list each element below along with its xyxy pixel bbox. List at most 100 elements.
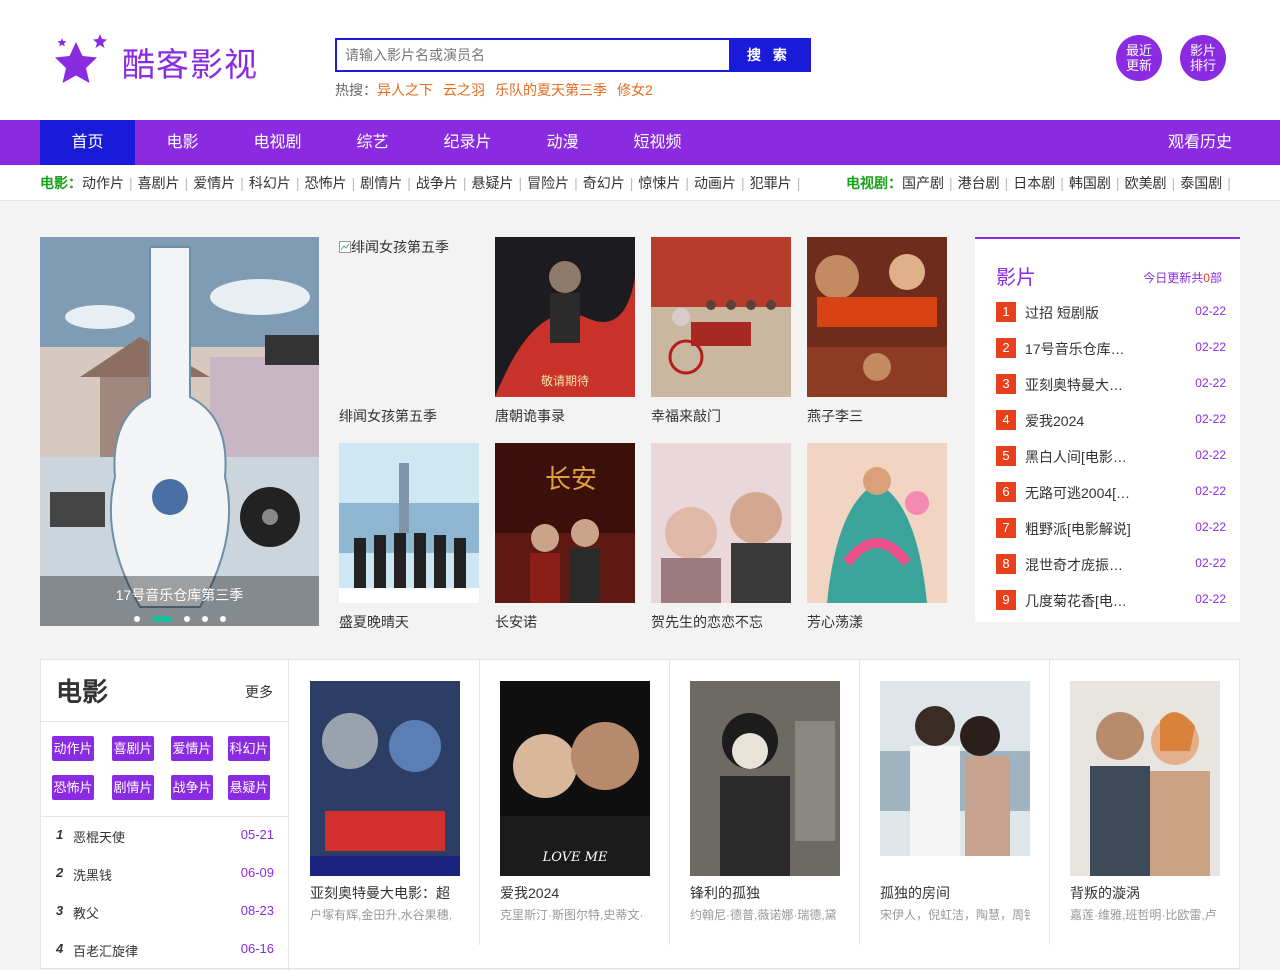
movie-ranking-button[interactable]: 影片 排行 xyxy=(1180,35,1226,81)
genre-tag[interactable]: 动作片 xyxy=(52,736,94,761)
category-link[interactable]: 爱情片 xyxy=(193,175,235,191)
movie-title[interactable]: 背叛的漩涡 xyxy=(1070,883,1220,903)
poster-title[interactable]: 绯闻女孩第五季 xyxy=(339,406,437,426)
category-link[interactable]: 剧情片 xyxy=(360,175,402,191)
poster-image[interactable]: 敬请期待 xyxy=(495,237,635,397)
rank-date: 02-22 xyxy=(1195,340,1226,354)
genre-tag[interactable]: 剧情片 xyxy=(112,775,154,800)
category-link[interactable]: 国产剧 xyxy=(902,175,944,191)
banner-slider[interactable]: 17号音乐仓库第三季 xyxy=(40,237,319,626)
category-link[interactable]: 动作片 xyxy=(82,175,124,191)
movie-card[interactable]: 孤独的房间 宋伊人，倪虹洁，陶慧，周铁 xyxy=(860,660,1050,945)
category-link[interactable]: 韩国剧 xyxy=(1069,175,1111,191)
movie-poster[interactable]: LOVE ME xyxy=(500,681,650,876)
category-link[interactable]: 冒险片 xyxy=(527,175,569,191)
rank-item[interactable]: 6 无路可逃2004[… 02-22 xyxy=(996,482,1226,502)
movie-cast: 嘉莲·维雅,班哲明·比欧雷,卢 xyxy=(1070,908,1217,922)
poster-image[interactable] xyxy=(651,443,791,603)
list-date: 06-16 xyxy=(240,941,274,956)
movie-cast: 户塚有辉,金田升,水谷果穗, xyxy=(310,908,453,922)
rank-item[interactable]: 2 17号音乐仓库… 02-22 xyxy=(996,338,1226,358)
nav-variety[interactable]: 综艺 xyxy=(325,120,420,165)
category-link[interactable]: 喜剧片 xyxy=(138,175,180,191)
rank-date: 02-22 xyxy=(1195,304,1226,318)
genre-tag[interactable]: 科幻片 xyxy=(228,736,270,761)
category-link[interactable]: 泰国剧 xyxy=(1180,175,1222,191)
pagination-dot[interactable] xyxy=(133,615,140,622)
poster-title[interactable]: 燕子李三 xyxy=(807,406,863,426)
pagination-dot[interactable] xyxy=(183,615,190,622)
pagination-dot[interactable] xyxy=(201,615,208,622)
nav-documentary[interactable]: 纪录片 xyxy=(420,120,515,165)
nav-tv[interactable]: 电视剧 xyxy=(230,120,325,165)
genre-tag[interactable]: 喜剧片 xyxy=(112,736,154,761)
movie-title[interactable]: 锋利的孤独 xyxy=(690,883,840,903)
poster-title[interactable]: 芳心荡漾 xyxy=(807,612,863,632)
more-link[interactable]: 更多 xyxy=(245,682,273,702)
hot-link[interactable]: 修女2 xyxy=(617,82,653,98)
rank-item[interactable]: 9 几度菊花香[电… 02-22 xyxy=(996,590,1226,610)
category-link[interactable]: 悬疑片 xyxy=(471,175,513,191)
poster-image[interactable] xyxy=(339,443,479,603)
search-input[interactable] xyxy=(337,40,729,70)
tv-category-label: 电视剧： xyxy=(846,175,902,191)
nav-anime[interactable]: 动漫 xyxy=(515,120,610,165)
genre-tag[interactable]: 悬疑片 xyxy=(228,775,270,800)
hot-link[interactable]: 乐队的夏天第三季 xyxy=(495,82,607,98)
hot-link[interactable]: 异人之下 xyxy=(377,82,433,98)
nav-watch-history[interactable]: 观看历史 xyxy=(1150,120,1250,165)
poster-title[interactable]: 唐朝诡事录 xyxy=(495,406,565,426)
genre-tag[interactable]: 恐怖片 xyxy=(52,775,94,800)
category-link[interactable]: 日本剧 xyxy=(1013,175,1055,191)
poster-title[interactable]: 长安诺 xyxy=(495,612,537,632)
broken-image-alt[interactable]: 绯闻女孩第五季 xyxy=(339,237,449,257)
rank-item[interactable]: 4 爱我2024 02-22 xyxy=(996,410,1226,430)
pagination-dot-active[interactable] xyxy=(151,615,172,622)
pagination-dot[interactable] xyxy=(219,615,226,622)
category-link[interactable]: 惊悚片 xyxy=(638,175,680,191)
hot-link[interactable]: 云之羽 xyxy=(443,82,485,98)
movie-poster[interactable] xyxy=(1070,681,1220,876)
rank-item[interactable]: 5 黑白人间[电影… 02-22 xyxy=(996,446,1226,466)
rank-item[interactable]: 8 混世奇才庞振… 02-22 xyxy=(996,554,1226,574)
nav-movie[interactable]: 电影 xyxy=(135,120,230,165)
poster-image[interactable]: 长安 xyxy=(495,443,635,603)
nav-short-video[interactable]: 短视频 xyxy=(610,120,705,165)
svg-text:敬请期待: 敬请期待 xyxy=(541,374,589,388)
movie-poster[interactable] xyxy=(690,681,840,876)
latest-updates-button[interactable]: 最近 更新 xyxy=(1116,35,1162,81)
search-button[interactable]: 搜 索 xyxy=(729,40,809,70)
category-link[interactable]: 动画片 xyxy=(694,175,736,191)
category-link[interactable]: 战争片 xyxy=(416,175,458,191)
poster-image[interactable] xyxy=(651,237,791,397)
genre-tag[interactable]: 爱情片 xyxy=(171,736,213,761)
poster-title[interactable]: 贺先生的恋恋不忘 xyxy=(651,612,763,632)
movie-card[interactable]: 背叛的漩涡 嘉莲·维雅,班哲明·比欧雷,卢 xyxy=(1050,660,1240,945)
genre-tag[interactable]: 战争片 xyxy=(171,775,213,800)
movie-card[interactable]: 亚刻奥特曼大电影：超 户塚有辉,金田升,水谷果穗, xyxy=(290,660,480,945)
category-link[interactable]: 港台剧 xyxy=(958,175,1000,191)
movie-title[interactable]: 孤独的房间 xyxy=(880,883,1030,903)
poster-image[interactable] xyxy=(807,443,947,603)
category-link[interactable]: 犯罪片 xyxy=(750,175,792,191)
category-link[interactable]: 科幻片 xyxy=(249,175,291,191)
movie-title[interactable]: 亚刻奥特曼大电影：超 xyxy=(310,883,460,903)
rank-item[interactable]: 3 亚刻奥特曼大… 02-22 xyxy=(996,374,1226,394)
rank-title: 亚刻奥特曼大… xyxy=(1025,377,1123,393)
rank-title: 无路可逃2004[… xyxy=(1025,485,1131,501)
movie-card[interactable]: LOVE ME 爱我2024 克里斯汀·斯图尔特,史蒂文· xyxy=(480,660,670,945)
movie-poster[interactable] xyxy=(880,681,1030,876)
poster-image[interactable] xyxy=(807,237,947,397)
movie-card[interactable]: 锋利的孤独 约翰尼·德普,薇诺娜·瑞德,黛 xyxy=(670,660,860,945)
category-link[interactable]: 欧美剧 xyxy=(1125,175,1167,191)
rank-item[interactable]: 1 过招 短剧版 02-22 xyxy=(996,302,1226,322)
site-logo[interactable]: 酷客影视 xyxy=(52,32,258,92)
category-link[interactable]: 恐怖片 xyxy=(305,175,347,191)
movie-poster[interactable] xyxy=(310,681,460,876)
rank-item[interactable]: 7 粗野派[电影解说] 02-22 xyxy=(996,518,1226,538)
category-link[interactable]: 奇幻片 xyxy=(583,175,625,191)
movie-title[interactable]: 爱我2024 xyxy=(500,883,650,903)
poster-title[interactable]: 盛夏晚晴天 xyxy=(339,612,409,632)
poster-title[interactable]: 幸福来敲门 xyxy=(651,406,721,426)
nav-home[interactable]: 首页 xyxy=(40,120,135,165)
